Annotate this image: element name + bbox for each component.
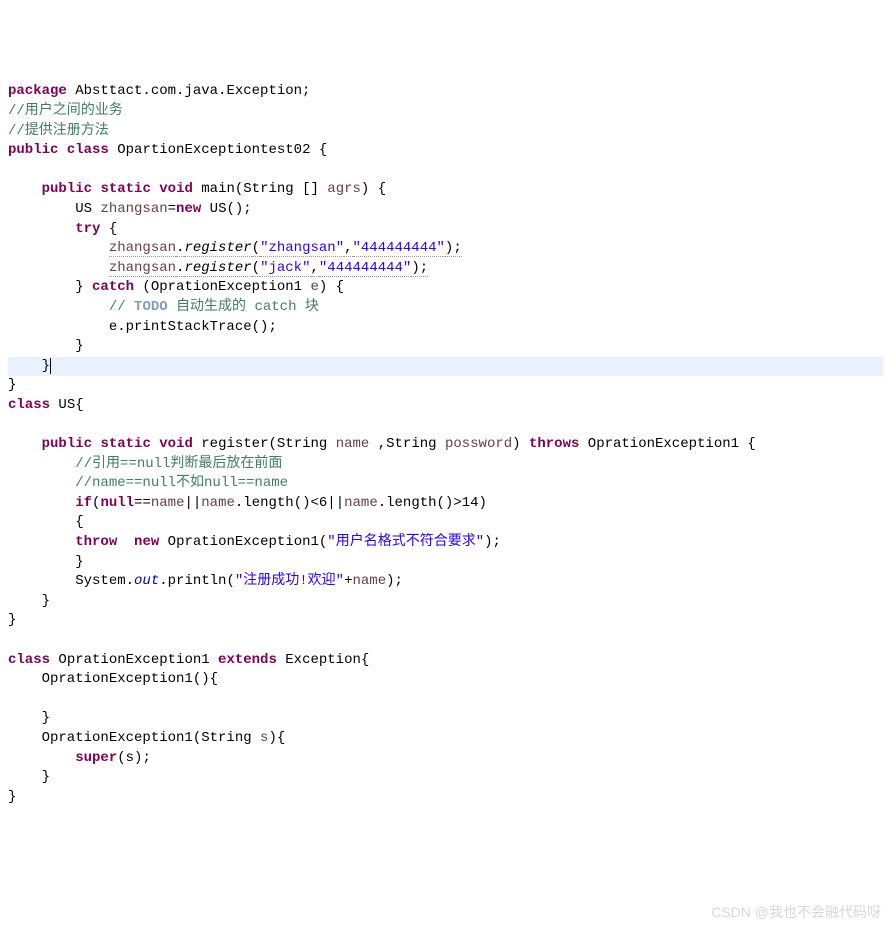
- comment-line: //用户之间的业务: [8, 103, 123, 119]
- line: OprationException1(){: [8, 671, 218, 687]
- current-line: }: [8, 357, 883, 377]
- line: throw new OprationException1("用户名格式不符合要求…: [8, 534, 501, 550]
- line: // TODO 自动生成的 catch 块: [8, 299, 319, 315]
- line: {: [8, 514, 84, 530]
- line: class US{: [8, 397, 84, 413]
- line: e.printStackTrace();: [8, 319, 277, 335]
- line: public class OpartionExceptiontest02 {: [8, 142, 327, 158]
- comment-line: //引用==null判断最后放在前面: [8, 456, 282, 472]
- line: }: [8, 554, 84, 570]
- line: }: [8, 710, 50, 726]
- line: super(s);: [8, 750, 151, 766]
- watermark: CSDN @我也不会融代码呀: [711, 903, 881, 923]
- line: OprationException1(String s){: [8, 730, 285, 746]
- comment-line: //name==null不如null==name: [8, 475, 288, 491]
- line: System.out.println("注册成功!欢迎"+name);: [8, 573, 403, 589]
- line: US zhangsan=new US();: [8, 201, 252, 217]
- line: public static void main(String [] agrs) …: [8, 181, 386, 197]
- line: if(null==name||name.length()<6||name.len…: [8, 495, 487, 511]
- line: } catch (OprationException1 e) {: [8, 279, 344, 295]
- keyword-package: package: [8, 83, 67, 99]
- line: }: [8, 593, 50, 609]
- cursor: [50, 358, 51, 374]
- line: }: [8, 789, 16, 805]
- line: }: [8, 769, 50, 785]
- line: class OprationException1 extends Excepti…: [8, 652, 369, 668]
- line: }: [8, 612, 16, 628]
- comment-line: //提供注册方法: [8, 123, 109, 139]
- code-editor[interactable]: package Absttact.com.java.Exception; //用…: [8, 82, 883, 807]
- line: zhangsan.register("zhangsan","444444444"…: [8, 240, 462, 257]
- line: }: [8, 338, 84, 354]
- line: }: [8, 377, 16, 393]
- line: zhangsan.register("jack","444444444");: [8, 260, 428, 277]
- line: public static void register(String name …: [8, 436, 756, 452]
- line: package Absttact.com.java.Exception;: [8, 83, 310, 99]
- line: try {: [8, 221, 117, 237]
